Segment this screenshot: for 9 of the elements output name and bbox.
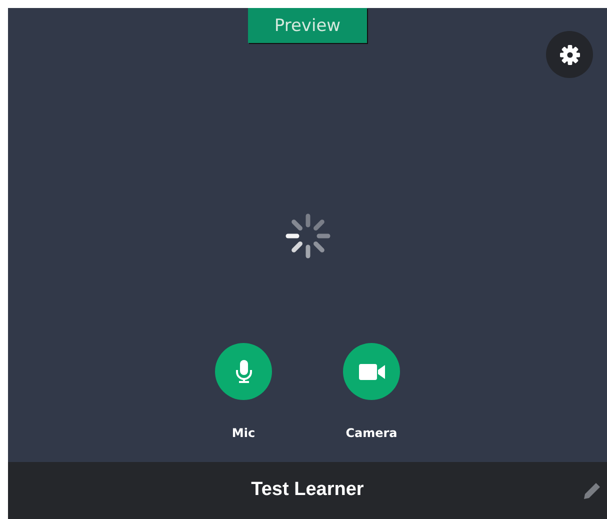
user-name: Test Learner	[251, 478, 364, 502]
control-label: Camera	[346, 425, 398, 442]
edit-icon[interactable]	[581, 480, 603, 502]
preview-tab[interactable]: Preview	[248, 8, 367, 43]
video-camera-icon	[358, 364, 384, 380]
settings-button[interactable]	[546, 31, 593, 78]
control-label: Mic	[232, 425, 256, 442]
settings-icon	[560, 44, 580, 64]
microphone-icon	[236, 360, 252, 384]
